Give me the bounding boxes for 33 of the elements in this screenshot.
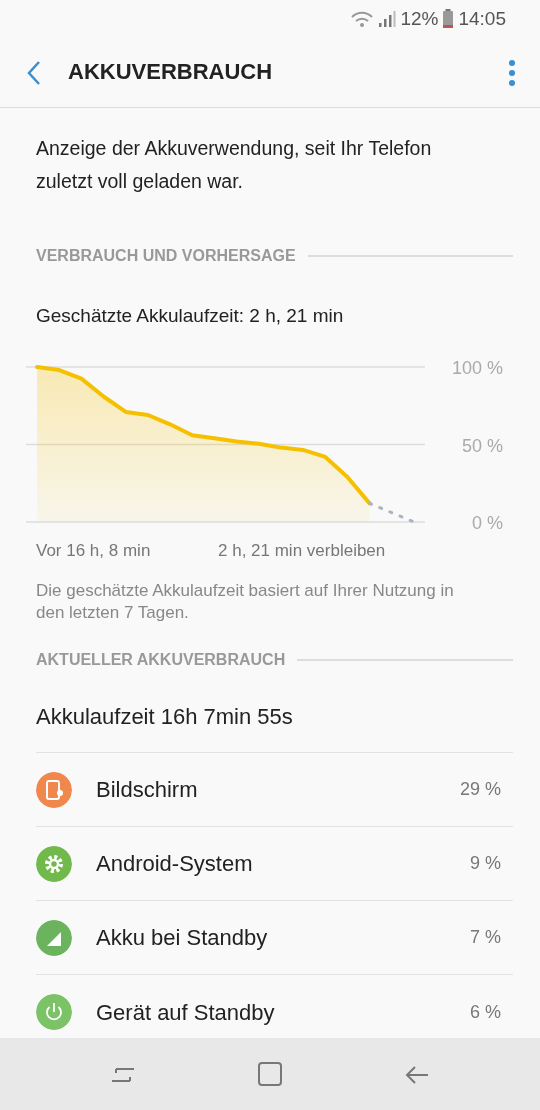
page-title: AKKUVERBRAUCH: [68, 59, 274, 86]
settings-icon: [36, 845, 72, 882]
back-button[interactable]: [26, 59, 42, 86]
home-icon: [257, 1061, 283, 1087]
power-icon: [36, 994, 72, 1030]
axis-label: 0 %: [471, 512, 503, 532]
home-button[interactable]: [257, 1061, 283, 1087]
list-item[interactable]: Bildschirm 29 %: [36, 753, 513, 827]
description-text: Anzeige der Akkuverwendung, seit Ihr Telefon zuletzt voll geladen war.: [35, 136, 433, 194]
signal-icon: [378, 10, 397, 28]
runtime-text: Akkulaufzeit 16h 7min 55s: [36, 703, 293, 731]
list-item[interactable]: Android-System 9 %: [36, 827, 513, 901]
phone-icon: [36, 771, 72, 808]
section-heading: AKTUELLER AKKUVERBRAUCH: [36, 650, 286, 670]
axis-label: 2 h, 21 min verbleiben: [218, 539, 386, 562]
signal-icon: [36, 919, 72, 956]
axis-label: 100 %: [451, 357, 503, 378]
clock: 14:05: [458, 6, 506, 31]
back-icon: [26, 59, 42, 86]
more-options-button[interactable]: [508, 58, 516, 87]
back-arrow-icon: [403, 1063, 430, 1086]
battery-percent: 12%: [400, 6, 439, 31]
estimate-text: Geschätzte Akkulaufzeit: 2 h, 21 min: [35, 304, 345, 328]
battery-icon: [442, 9, 455, 29]
axis-label: Vor 16 h, 8 min: [36, 539, 152, 562]
forecast-line: [368, 501, 416, 523]
list-item[interactable]: Gerät auf Standby 6 %: [36, 975, 513, 1036]
list-item[interactable]: Akku bei Standby 7 %: [36, 901, 513, 975]
wifi-icon: [350, 10, 375, 28]
kebab-menu-icon: [508, 58, 516, 87]
section-heading: VERBRAUCH UND VORHERSAGE: [36, 246, 296, 266]
note-text: Die geschätzte Akkulaufzeit basiert auf Ihrer Nutzung in den letzten 7 Tagen.: [35, 580, 455, 624]
axis-label: 50 %: [461, 435, 503, 455]
